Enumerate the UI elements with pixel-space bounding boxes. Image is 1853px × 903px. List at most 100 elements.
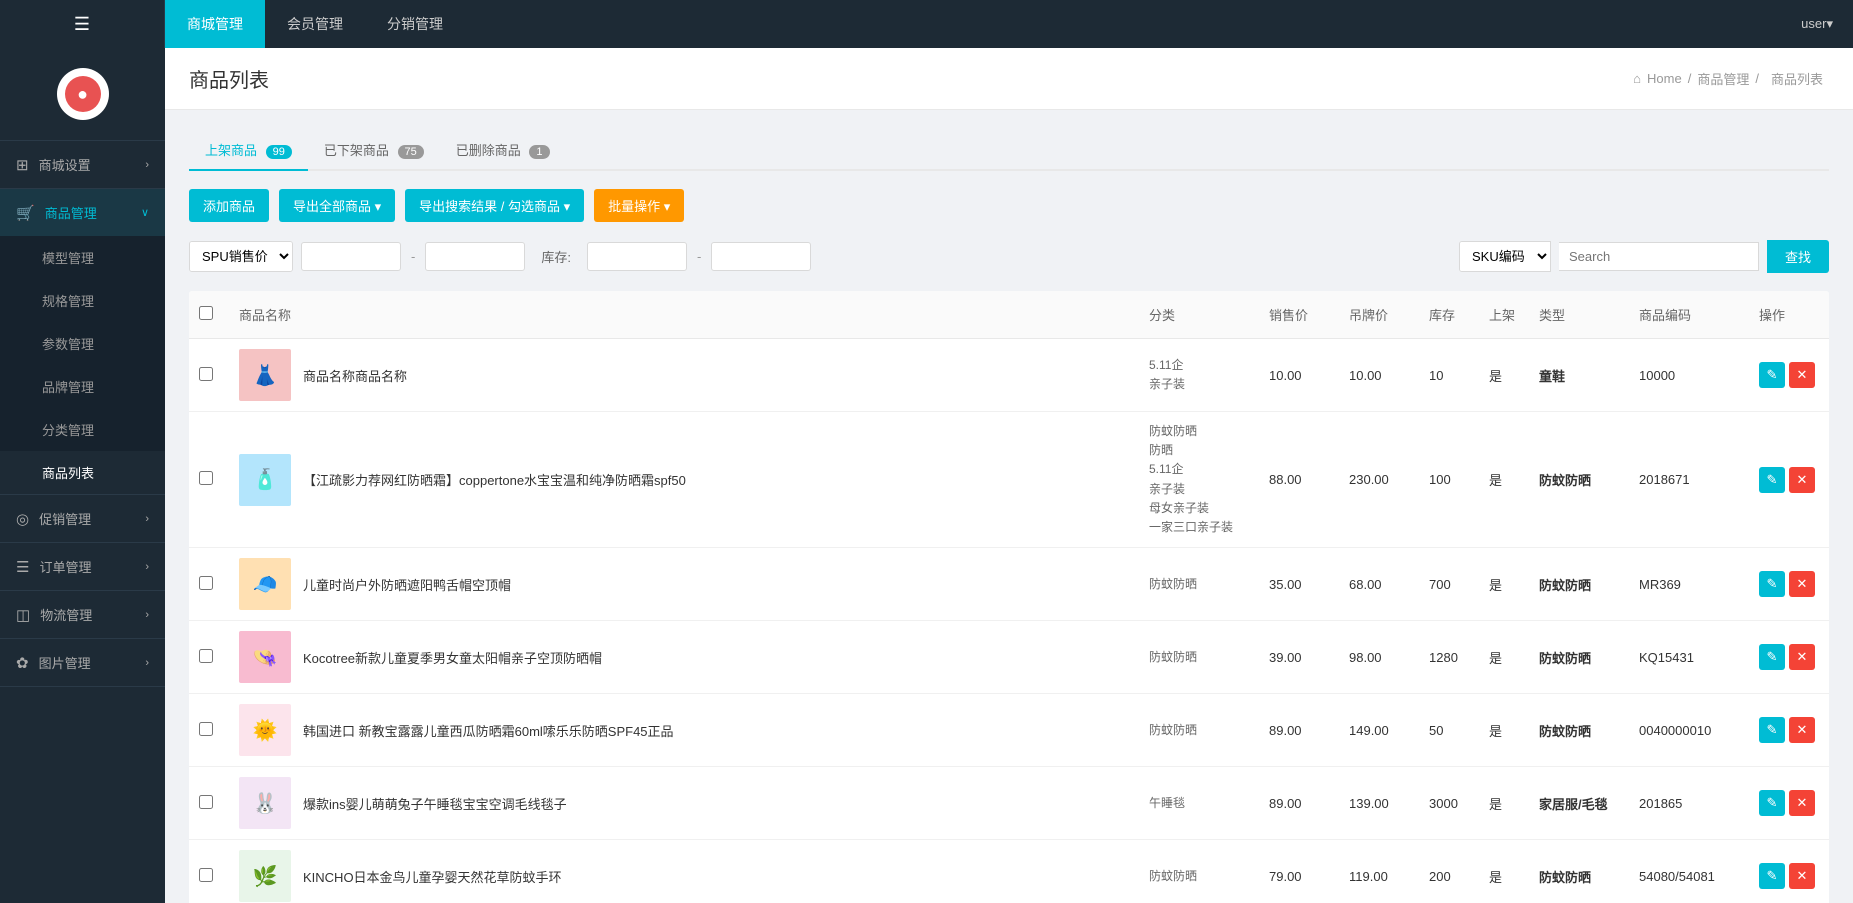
th-sale-price: 销售价 — [1259, 291, 1339, 339]
product-name-1: 【江疏影力荐网红防晒霜】coppertone水宝宝温和纯净防晒霜spf50 — [303, 470, 686, 489]
home-icon: ⌂ — [1633, 71, 1641, 86]
row-sale-price-5: 89.00 — [1259, 767, 1339, 840]
delete-button-2[interactable]: ✕ — [1789, 571, 1815, 597]
row-on-shelf-1: 是 — [1479, 412, 1529, 548]
tab-on-shelf[interactable]: 上架商品 99 — [189, 130, 308, 171]
logo-circle: ● — [57, 68, 109, 120]
chevron-right-icon-order: › — [145, 561, 149, 573]
row-category-6: 防蚊防晒 — [1139, 840, 1259, 903]
sidebar-item-order[interactable]: ☰ 订单管理 › — [0, 543, 165, 590]
row-checkbox-cell — [189, 694, 229, 767]
nav-items: 商城管理 会员管理 分销管理 — [165, 0, 1801, 48]
sidebar-item-logistics[interactable]: ◫ 物流管理 › — [0, 591, 165, 638]
search-button[interactable]: 查找 — [1767, 240, 1829, 273]
sidebar-item-image[interactable]: ✿ 图片管理 › — [0, 639, 165, 686]
row-on-shelf-4: 是 — [1479, 694, 1529, 767]
promo-icon: ◎ — [16, 510, 29, 528]
edit-button-3[interactable]: ✎ — [1759, 644, 1785, 670]
row-checkbox-cell — [189, 412, 229, 548]
row-stock-0: 10 — [1419, 339, 1479, 412]
row-tag-price-0: 10.00 — [1339, 339, 1419, 412]
search-type-select[interactable]: SKU编码 商品名称 商品编码 — [1460, 242, 1550, 271]
search-input[interactable] — [1559, 242, 1759, 271]
delete-button-1[interactable]: ✕ — [1789, 467, 1815, 493]
edit-button-6[interactable]: ✎ — [1759, 863, 1785, 889]
stock-min-input[interactable] — [587, 242, 687, 271]
search-select-wrap: SKU编码 商品名称 商品编码 — [1459, 241, 1551, 272]
sidebar-item-model-mgmt[interactable]: 模型管理 — [0, 236, 165, 279]
row-actions-3: ✎ ✕ — [1749, 621, 1829, 694]
table-row: 🧢 儿童时尚户外防晒遮阳鸭舌帽空顶帽 防蚊防晒 35.00 68.00 700 … — [189, 548, 1829, 621]
row-category-0: 5.11企亲子装 — [1139, 339, 1259, 412]
nav-item-distribution[interactable]: 分销管理 — [365, 0, 465, 48]
sidebar-item-product-list[interactable]: 商品列表 — [0, 451, 165, 494]
nav-item-store[interactable]: 商城管理 — [165, 0, 265, 48]
product-name-2: 儿童时尚户外防晒遮阳鸭舌帽空顶帽 — [303, 575, 511, 594]
row-checkbox-cell — [189, 767, 229, 840]
tab-deleted[interactable]: 已删除商品 1 — [440, 130, 566, 171]
product-image-1: 🧴 — [239, 454, 291, 506]
edit-button-5[interactable]: ✎ — [1759, 790, 1785, 816]
sidebar-item-param-mgmt[interactable]: 参数管理 — [0, 322, 165, 365]
batch-operation-button[interactable]: 批量操作 ▾ — [594, 189, 684, 222]
add-product-button[interactable]: 添加商品 — [189, 189, 269, 222]
select-all-checkbox[interactable] — [199, 306, 213, 320]
sidebar-item-category-mgmt[interactable]: 分类管理 — [0, 408, 165, 451]
price-dash: - — [409, 249, 417, 264]
row-checkbox-6[interactable] — [199, 868, 213, 882]
edit-button-4[interactable]: ✎ — [1759, 717, 1785, 743]
product-table-wrap: 商品名称 分类 销售价 吊牌价 库存 上架 类型 商品编码 操作 — [189, 291, 1829, 903]
row-checkbox-2[interactable] — [199, 576, 213, 590]
sidebar-item-spec-mgmt[interactable]: 规格管理 — [0, 279, 165, 322]
edit-button-0[interactable]: ✎ — [1759, 362, 1785, 388]
price-min-input[interactable] — [301, 242, 401, 271]
row-on-shelf-2: 是 — [1479, 548, 1529, 621]
nav-item-member[interactable]: 会员管理 — [265, 0, 365, 48]
product-image-4: 🌞 — [239, 704, 291, 756]
sidebar-section-store-settings: ⊞ 商城设置 › — [0, 141, 165, 189]
sidebar-item-store-settings[interactable]: ⊞ 商城设置 › — [0, 141, 165, 188]
th-product-code: 商品编码 — [1629, 291, 1749, 339]
breadcrumb-home[interactable]: Home — [1647, 71, 1682, 86]
delete-button-6[interactable]: ✕ — [1789, 863, 1815, 889]
row-product-cell: 🐰 爆款ins婴儿萌萌兔子午睡毯宝宝空调毛线毯子 — [229, 767, 1139, 840]
stock-max-input[interactable] — [711, 242, 811, 271]
image-icon: ✿ — [16, 654, 29, 672]
table-row: 👒 Kocotree新款儿童夏季男女童太阳帽亲子空顶防晒帽 防蚊防晒 39.00… — [189, 621, 1829, 694]
row-stock-2: 700 — [1419, 548, 1479, 621]
sidebar-sub-product: 模型管理 规格管理 参数管理 品牌管理 分类管理 商品列表 — [0, 236, 165, 494]
row-checkbox-3[interactable] — [199, 649, 213, 663]
sidebar-item-promo[interactable]: ◎ 促销管理 › — [0, 495, 165, 542]
store-settings-icon: ⊞ — [16, 156, 29, 174]
sidebar-item-product-mgmt[interactable]: 🛒 商品管理 ∨ — [0, 189, 165, 236]
row-category-4: 防蚊防晒 — [1139, 694, 1259, 767]
tab-off-shelf[interactable]: 已下架商品 75 — [308, 130, 440, 171]
product-image-3: 👒 — [239, 631, 291, 683]
row-sale-price-4: 89.00 — [1259, 694, 1339, 767]
row-checkbox-4[interactable] — [199, 722, 213, 736]
menu-button[interactable]: ☰ — [0, 0, 165, 48]
row-code-0: 10000 — [1629, 339, 1749, 412]
delete-button-3[interactable]: ✕ — [1789, 644, 1815, 670]
export-search-button[interactable]: 导出搜索结果 / 勾选商品 ▾ — [405, 189, 584, 222]
row-checkbox-0[interactable] — [199, 367, 213, 381]
row-type-4: 防蚊防晒 — [1529, 694, 1629, 767]
price-filter-select[interactable]: SPU销售价 SPU吊牌价 SKU销售价 — [190, 242, 292, 271]
row-category-2: 防蚊防晒 — [1139, 548, 1259, 621]
edit-button-1[interactable]: ✎ — [1759, 467, 1785, 493]
row-sale-price-0: 10.00 — [1259, 339, 1339, 412]
row-category-3: 防蚊防晒 — [1139, 621, 1259, 694]
row-on-shelf-5: 是 — [1479, 767, 1529, 840]
row-checkbox-5[interactable] — [199, 795, 213, 809]
delete-button-0[interactable]: ✕ — [1789, 362, 1815, 388]
row-checkbox-1[interactable] — [199, 471, 213, 485]
delete-button-4[interactable]: ✕ — [1789, 717, 1815, 743]
breadcrumb-product-mgmt[interactable]: 商品管理 — [1697, 69, 1749, 88]
user-menu[interactable]: user▾ — [1801, 16, 1853, 32]
delete-button-5[interactable]: ✕ — [1789, 790, 1815, 816]
sidebar-item-brand-mgmt[interactable]: 品牌管理 — [0, 365, 165, 408]
edit-button-2[interactable]: ✎ — [1759, 571, 1785, 597]
export-all-button[interactable]: 导出全部商品 ▾ — [279, 189, 395, 222]
table-row: 🌞 韩国进口 新教宝露露儿童西瓜防晒霜60ml嗦乐乐防晒SPF45正品 防蚊防晒… — [189, 694, 1829, 767]
price-max-input[interactable] — [425, 242, 525, 271]
